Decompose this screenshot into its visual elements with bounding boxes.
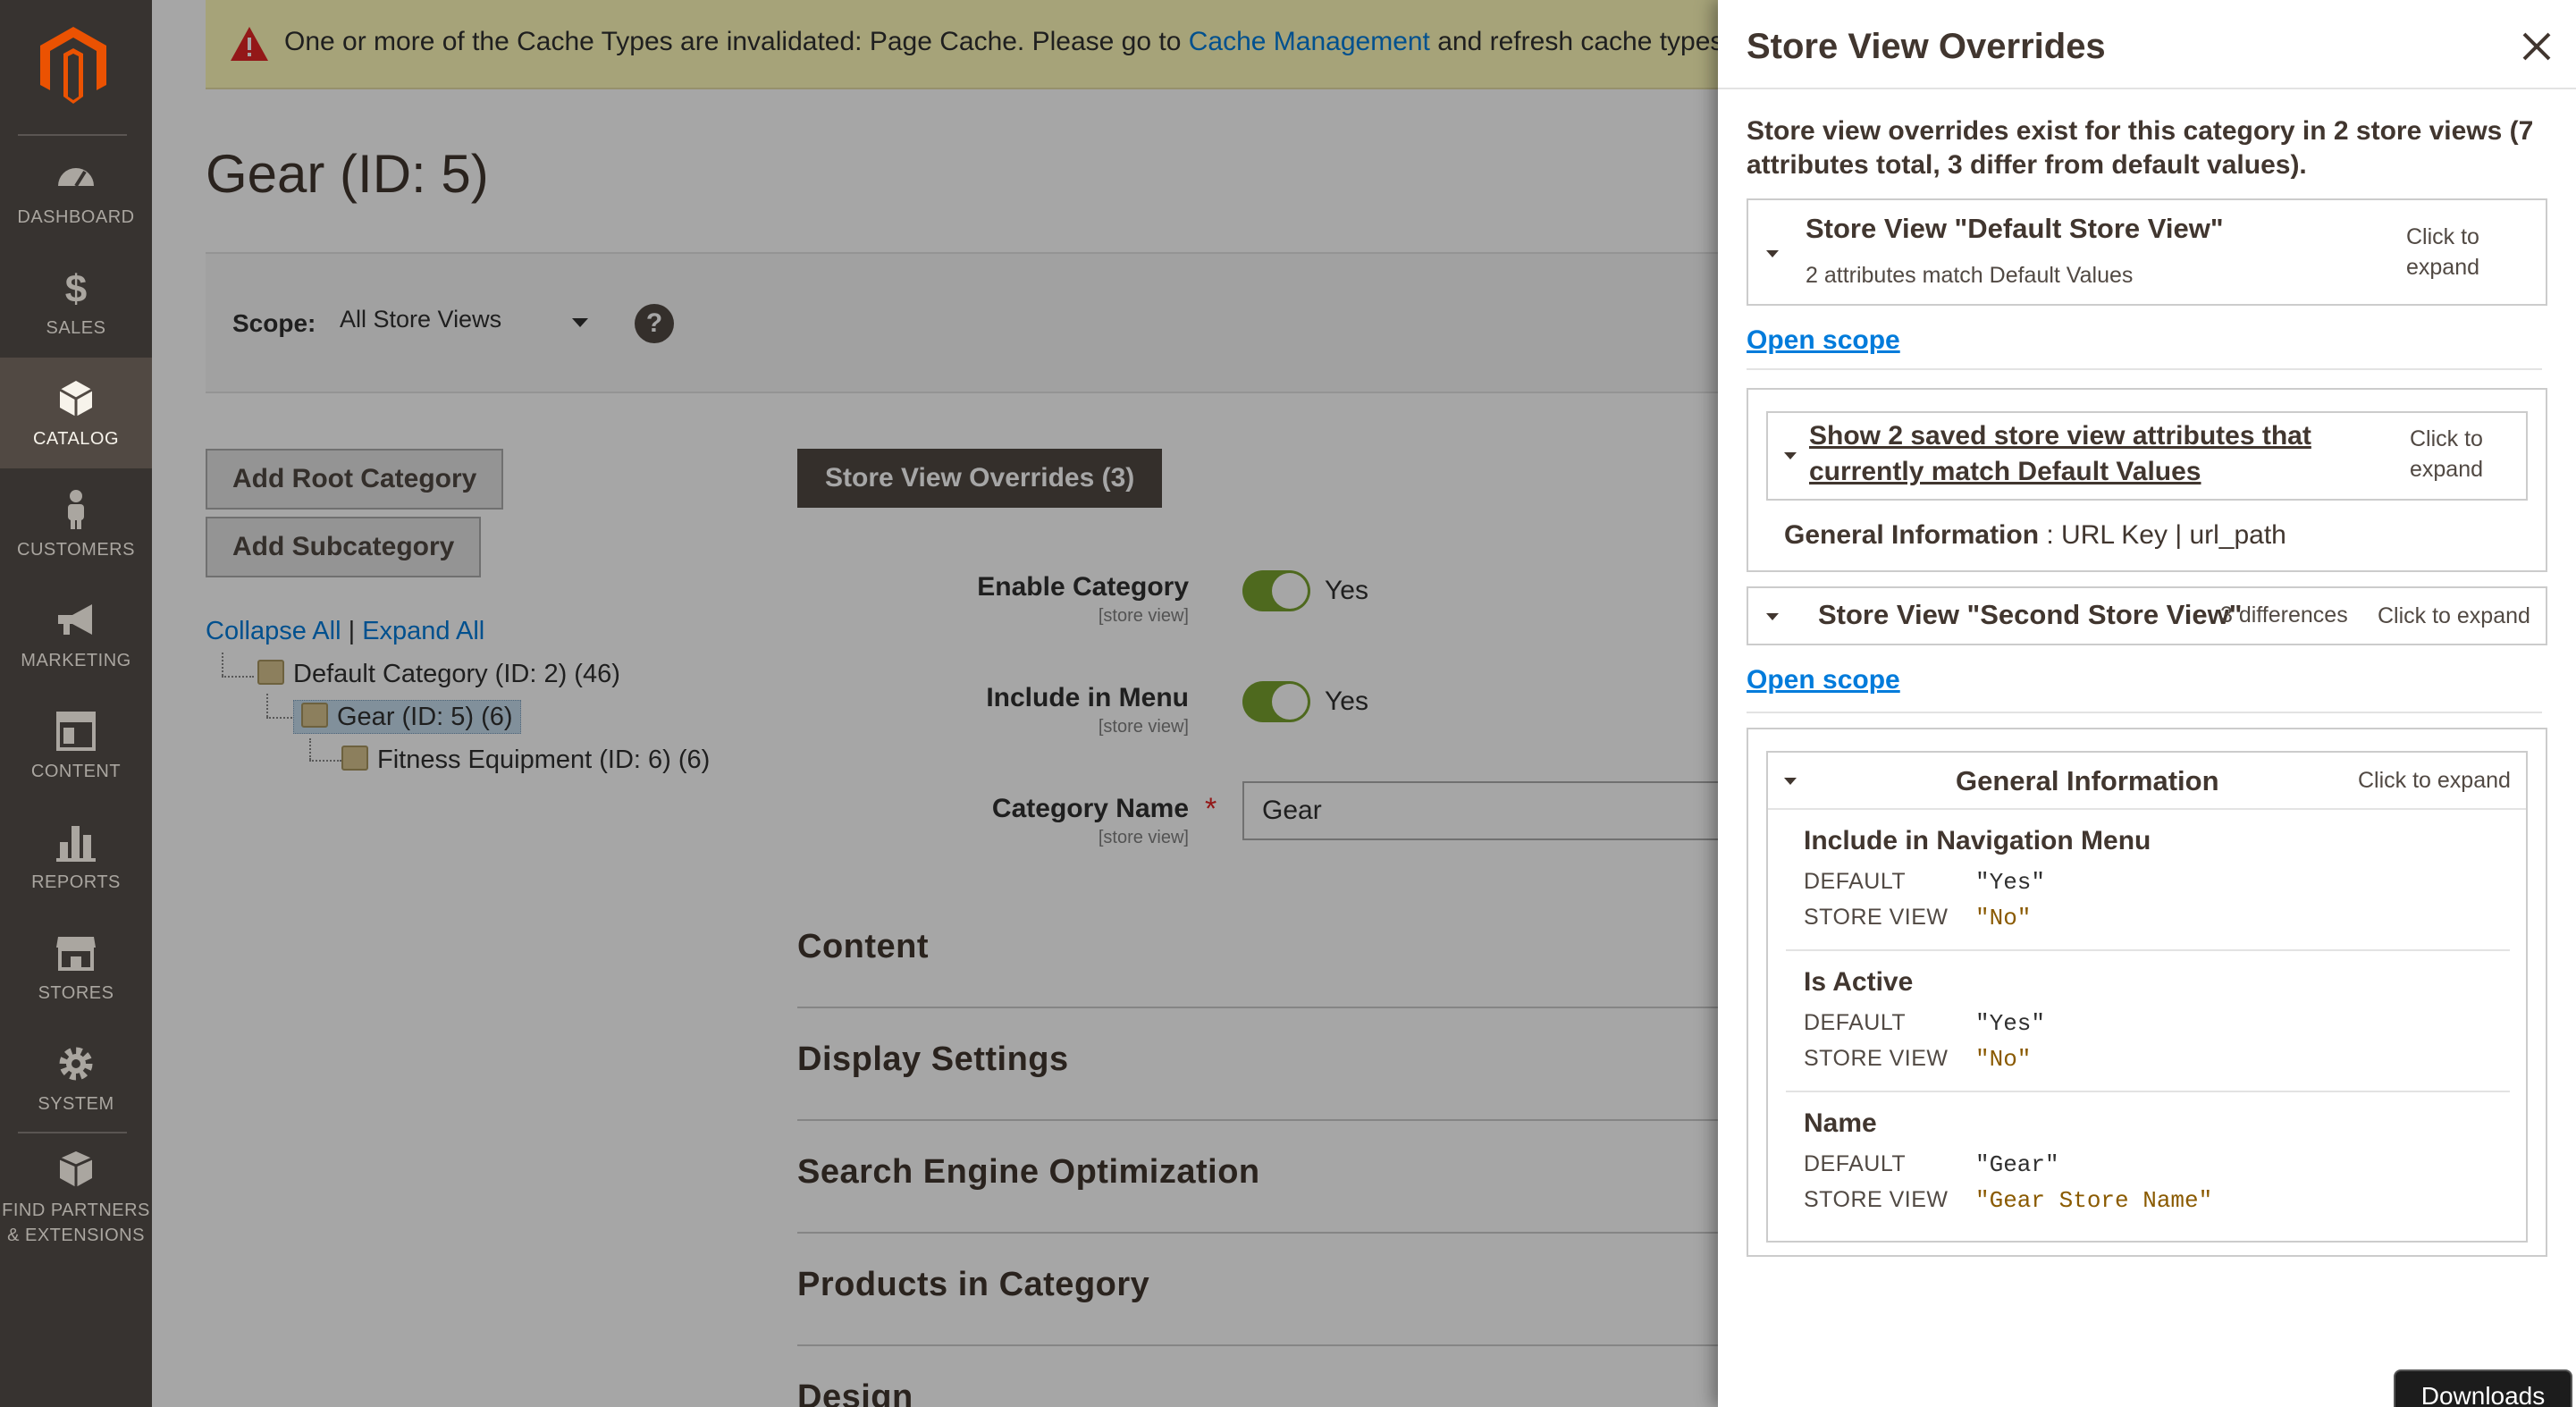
sidebar-divider xyxy=(18,1132,127,1133)
nav-label: CATALOG xyxy=(32,429,120,449)
default-label: DEFAULT xyxy=(1804,1151,1907,1176)
nav-label: SYSTEM xyxy=(38,1094,114,1114)
overrides-summary: Store view overrides exist for this cate… xyxy=(1747,116,2534,180)
default-value: "Yes" xyxy=(1975,869,2046,896)
nav-stores[interactable]: STORES xyxy=(0,912,152,1023)
nav-reports[interactable]: REPORTS xyxy=(0,801,152,912)
default-label: DEFAULT xyxy=(1804,869,1907,894)
show-saved-attributes-link[interactable]: Show 2 saved store view attributes that … xyxy=(1809,418,2381,490)
megaphone-icon xyxy=(58,604,92,635)
attribute-name: Is Active xyxy=(1804,967,1914,997)
nav-label: REPORTS xyxy=(31,872,121,892)
general-information-group: General Information Click to expand Incl… xyxy=(1766,751,2528,1243)
close-icon[interactable] xyxy=(2519,29,2555,64)
partners-line-1: FIND PARTNERS xyxy=(2,1201,150,1220)
dashboard-icon xyxy=(58,168,94,188)
saved-attributes-box: Show 2 saved store view attributes that … xyxy=(1747,388,2547,572)
attribute-name: Name xyxy=(1804,1108,1877,1138)
nav-content[interactable]: CONTENT xyxy=(0,690,152,801)
store-view-value: "No" xyxy=(1975,905,2032,931)
panel-header: Store View Overrides xyxy=(1718,0,2576,89)
saved-attributes-list: General Information : URL Key | url_path xyxy=(1784,520,2286,551)
divider xyxy=(1786,1091,2510,1092)
nav-label: CUSTOMERS xyxy=(17,540,135,560)
default-value: "Gear" xyxy=(1975,1151,2059,1178)
divider xyxy=(1747,368,2542,370)
dollar-icon: $ xyxy=(65,267,87,309)
saved-attributes-group: General Information xyxy=(1784,520,2040,550)
nav-label: MARKETING xyxy=(21,651,131,670)
svg-text:$: $ xyxy=(65,267,87,309)
store-view-label: STORE VIEW xyxy=(1804,1187,1949,1212)
nav-label: STORES xyxy=(38,983,114,1003)
nav-system[interactable]: SYSTEM xyxy=(0,1023,152,1133)
gear-icon xyxy=(59,1047,93,1081)
bar-chart-icon xyxy=(56,826,96,862)
default-label: DEFAULT xyxy=(1804,1010,1907,1035)
caret-down-icon xyxy=(1784,778,1797,785)
partners-line-2: & EXTENSIONS xyxy=(7,1226,145,1245)
store-view-title: Store View "Second Store View" xyxy=(1818,599,2243,630)
storefront-icon xyxy=(56,937,96,971)
saved-attributes-values: : URL Key | url_path xyxy=(2039,520,2286,550)
nav-find-partners[interactable]: FIND PARTNERS & EXTENSIONS xyxy=(0,1135,152,1269)
nav-dashboard[interactable]: DASHBOARD xyxy=(0,136,152,247)
differences-box: General Information Click to expand Incl… xyxy=(1747,728,2547,1257)
panel-title: Store View Overrides xyxy=(1747,27,2106,66)
store-view-title: Store View "Default Store View" xyxy=(1806,213,2224,244)
store-view-value: "Gear Store Name" xyxy=(1975,1187,2213,1214)
modal-backdrop[interactable] xyxy=(152,0,1718,1407)
store-view-value: "No" xyxy=(1975,1046,2032,1073)
store-view-label: STORE VIEW xyxy=(1804,905,1949,930)
caret-down-icon xyxy=(1766,250,1779,257)
downloads-button[interactable]: Downloads xyxy=(2394,1369,2572,1407)
store-view-subtitle: 2 attributes match Default Values xyxy=(1806,263,2134,288)
nav-sales[interactable]: $ SALES xyxy=(0,247,152,358)
nav-label: FIND PARTNERS & EXTENSIONS xyxy=(0,1198,152,1248)
store-view-second-header[interactable]: Store View "Second Store View" 3 differe… xyxy=(1747,586,2547,645)
divider xyxy=(1747,712,2542,713)
click-to-expand: Click to expand xyxy=(2358,768,2511,793)
divider xyxy=(1786,949,2510,951)
open-scope-link[interactable]: Open scope xyxy=(1747,665,1900,695)
store-view-label: STORE VIEW xyxy=(1804,1046,1949,1071)
magento-logo[interactable] xyxy=(40,27,106,104)
person-icon xyxy=(68,490,84,529)
caret-down-icon xyxy=(1784,452,1797,459)
attribute-name: Include in Navigation Menu xyxy=(1804,826,2151,855)
nav-customers[interactable]: CUSTOMERS xyxy=(0,468,152,579)
click-to-expand: Click to expand xyxy=(2378,603,2530,628)
click-to-expand: Click to expand xyxy=(2410,426,2484,482)
saved-attributes-toggle[interactable]: Show 2 saved store view attributes that … xyxy=(1766,411,2528,501)
nav-label: CONTENT xyxy=(30,762,122,781)
cube-icon xyxy=(59,381,93,417)
nav-label: SALES xyxy=(46,318,106,338)
store-view-default-header[interactable]: Store View "Default Store View" 2 attrib… xyxy=(1747,198,2547,306)
default-value: "Yes" xyxy=(1975,1010,2046,1037)
nav-marketing[interactable]: MARKETING xyxy=(0,579,152,690)
differences-count: 3 differences xyxy=(2220,602,2348,628)
nav-catalog[interactable]: CATALOG xyxy=(0,358,152,468)
layout-icon xyxy=(56,712,96,751)
group-title: General Information xyxy=(1956,765,2219,796)
package-icon xyxy=(59,1151,93,1187)
caret-down-icon xyxy=(1766,613,1779,620)
store-view-overrides-panel: Store View Overrides Store view override… xyxy=(1718,0,2576,1407)
admin-sidebar: DASHBOARD $ SALES CATALOG CUSTOMERS MARK… xyxy=(0,0,152,1407)
click-to-expand: Click to expand xyxy=(2406,224,2480,280)
open-scope-link[interactable]: Open scope xyxy=(1747,325,1900,356)
nav-label: DASHBOARD xyxy=(17,207,135,227)
general-information-header[interactable]: General Information Click to expand xyxy=(1768,753,2526,810)
